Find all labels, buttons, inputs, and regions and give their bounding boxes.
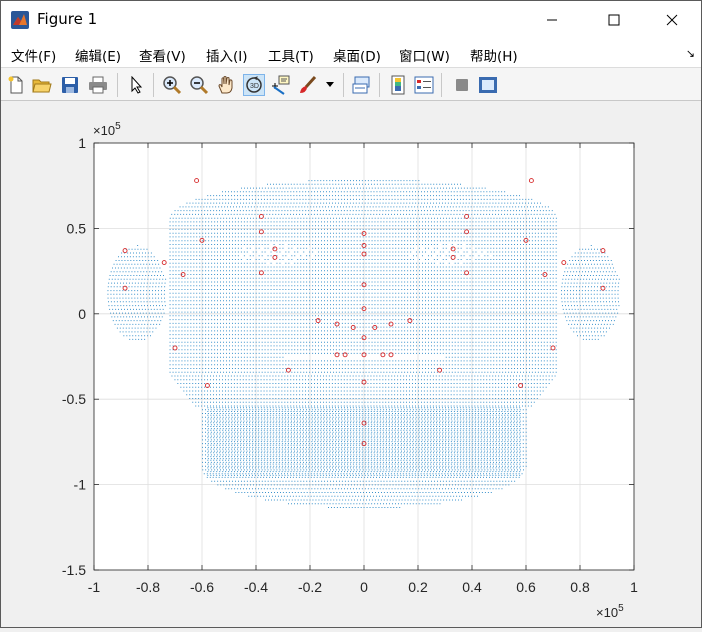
x-tick-label: 0.4 [462,579,482,595]
menu-bar: 文件(F) 编辑(E) 查看(V) 插入(I) 工具(T) 桌面(D) 窗口(W… [1,39,701,67]
x-tick-label: 0.2 [408,579,428,595]
zoom-in-button[interactable] [161,74,183,96]
axes[interactable]: -1 -0.8 -0.6 -0.4 -0.2 0 0.2 0.4 0.6 0.8 1 1 0.5 0 -0.… [1,101,701,627]
menu-view[interactable]: 查看(V) [139,45,186,65]
pan-button[interactable] [215,74,237,96]
open-file-button[interactable] [31,74,53,96]
x-tick-label: -0.8 [136,579,160,595]
brush-icon [300,75,317,93]
toolbar-separator [117,73,118,97]
x-tick-label: -1 [88,579,101,595]
figure-canvas[interactable]: -1 -0.8 -0.6 -0.4 -0.2 0 0.2 0.4 0.6 0.8 1 1 0.5 0 -0.… [1,101,701,627]
new-figure-icon [8,76,23,94]
figure-window: Figure 1 文件(F) 编辑(E) 查看(V) 插入(I) 工具(T) 桌… [0,0,702,628]
menu-desktop[interactable]: 桌面(D) [333,45,381,65]
toolbar-separator [153,73,154,97]
y-tick-label: -1 [74,477,87,493]
x-tick-label: 1 [630,579,638,595]
menu-file[interactable]: 文件(F) [11,45,56,65]
insert-legend-button[interactable] [413,74,435,96]
y-tick-label: 1 [78,135,86,151]
show-plot-tools-button[interactable] [477,74,499,96]
brush-dropdown[interactable] [323,74,337,96]
colorbar-icon [391,75,405,95]
y-tick-label: -1.5 [62,562,86,578]
menu-help[interactable]: 帮助(H) [470,45,518,65]
edit-plot-button[interactable] [125,74,147,96]
minimize-button[interactable] [529,1,575,39]
toolbar-separator [343,73,344,97]
x-exponent-label: ×105 [596,603,624,620]
menu-insert[interactable]: 插入(I) [206,45,248,65]
x-tick-label: 0.8 [570,579,590,595]
maximize-icon [608,14,620,26]
y-tick-label: 0 [78,306,86,322]
y-exponent-label: ×105 [93,121,121,138]
toolbar-separator [441,73,442,97]
x-tick-label: -0.2 [298,579,322,595]
window-title: Figure 1 [37,10,98,28]
menu-edit[interactable]: 编辑(E) [75,45,121,65]
print-button[interactable] [87,74,109,96]
chevron-down-icon [326,82,334,87]
svg-text:3D: 3D [250,83,259,90]
matlab-logo-icon [11,11,29,29]
dock-arrow-icon[interactable]: ↘ [686,47,695,60]
close-icon [666,14,678,26]
rotate-3d-button[interactable]: 3D [243,74,265,96]
y-tick-label: 0.5 [67,220,87,236]
x-tick-label: -0.6 [190,579,214,595]
show-plot-tools-icon [479,77,497,93]
menu-window[interactable]: 窗口(W) [399,45,450,65]
link-plot-button[interactable] [351,74,373,96]
print-icon [89,76,107,94]
legend-icon [414,76,434,94]
hide-plot-tools-button[interactable] [451,74,473,96]
new-figure-button[interactable] [5,74,27,96]
x-tick-label: -0.4 [244,579,268,595]
menu-tools[interactable]: 工具(T) [268,45,314,65]
save-button[interactable] [59,74,81,96]
maximize-button[interactable] [591,1,637,39]
rotate-3d-icon: 3D [246,76,262,93]
figure-toolbar: 3D [1,67,701,101]
x-tick-label: 0.6 [516,579,536,595]
hide-plot-tools-icon [456,79,468,91]
pan-hand-icon [218,76,233,94]
x-tick-label: 0 [360,579,368,595]
minimize-icon [547,19,557,21]
close-button[interactable] [649,1,695,39]
link-plot-icon [352,76,370,94]
title-bar[interactable]: Figure 1 [1,1,701,39]
insert-colorbar-button[interactable] [387,74,409,96]
open-file-icon [32,79,52,93]
zoom-in-icon [163,76,182,95]
y-tick-label: -0.5 [62,391,86,407]
data-cursor-icon [272,75,290,95]
data-cursor-button[interactable] [269,74,291,96]
save-icon [62,77,78,93]
edit-plot-arrow-icon [131,76,143,94]
brush-button[interactable] [297,74,319,96]
zoom-out-icon [190,76,209,95]
zoom-out-button[interactable] [188,74,210,96]
toolbar-separator [379,73,380,97]
